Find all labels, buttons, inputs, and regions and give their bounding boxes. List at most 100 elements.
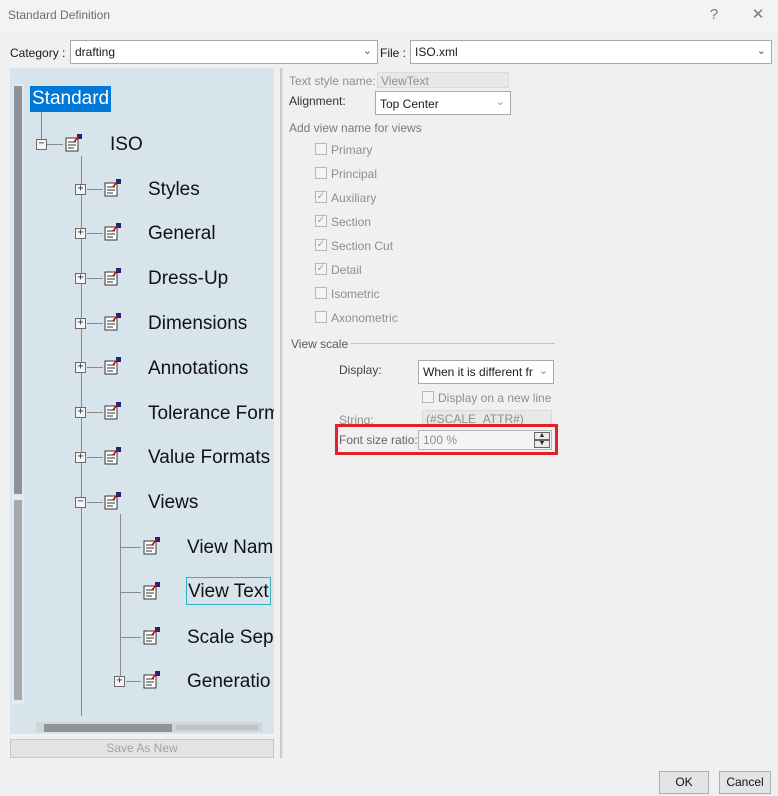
standard-file-icon bbox=[104, 223, 121, 241]
expand-icon[interactable]: + bbox=[75, 228, 86, 239]
expand-icon[interactable]: + bbox=[75, 407, 86, 418]
tree-vertical-scroll-thumb[interactable] bbox=[14, 86, 22, 494]
tree-line bbox=[121, 592, 141, 593]
file-dropdown[interactable]: ISO.xml ⌄ bbox=[410, 40, 772, 64]
axonometric-label: Axonometric bbox=[331, 311, 398, 325]
alignment-label: Alignment: bbox=[289, 94, 346, 108]
tree-line bbox=[87, 367, 103, 368]
tree-node-scale-separator[interactable]: Scale Sepa bbox=[187, 627, 274, 649]
tree-node-value-formats[interactable]: Value Formats bbox=[148, 447, 270, 469]
expand-icon[interactable]: + bbox=[114, 676, 125, 687]
standard-file-icon bbox=[104, 492, 121, 510]
tree-node-tolerance-form[interactable]: Tolerance Form bbox=[148, 403, 274, 425]
expand-icon[interactable]: + bbox=[75, 318, 86, 329]
standard-file-icon bbox=[143, 582, 160, 600]
save-as-new-button[interactable]: Save As New bbox=[10, 739, 274, 758]
add-view-name-label: Add view name for views bbox=[289, 121, 422, 135]
highlight-box bbox=[335, 424, 558, 455]
tree-line bbox=[87, 323, 103, 324]
display-new-line-checkbox[interactable] bbox=[422, 391, 434, 403]
expand-icon[interactable]: + bbox=[75, 452, 86, 463]
display-value: When it is different fr bbox=[423, 365, 533, 379]
alignment-dropdown[interactable]: Top Center ⌄ bbox=[375, 91, 511, 115]
tree-node-annotations[interactable]: Annotations bbox=[148, 358, 248, 380]
tree-line bbox=[126, 681, 141, 682]
tree-line bbox=[121, 547, 141, 548]
tree-line bbox=[87, 502, 103, 503]
close-icon[interactable]: ✕ bbox=[742, 4, 774, 26]
chevron-down-icon: ⌄ bbox=[756, 45, 766, 57]
text-style-name-label: Text style name: bbox=[289, 74, 376, 88]
tree-line bbox=[81, 156, 82, 716]
standard-file-icon bbox=[143, 627, 160, 645]
axonometric-checkbox[interactable] bbox=[315, 311, 327, 323]
isometric-checkbox[interactable] bbox=[315, 287, 327, 299]
alignment-value: Top Center bbox=[380, 97, 439, 111]
file-label: File : bbox=[380, 46, 407, 60]
tree-line bbox=[87, 457, 103, 458]
collapse-icon[interactable]: − bbox=[36, 139, 47, 150]
tree-node-generation[interactable]: Generatio bbox=[187, 671, 274, 693]
window-title: Standard Definition bbox=[8, 8, 111, 22]
expand-icon[interactable]: + bbox=[75, 273, 86, 284]
principal-label: Principal bbox=[331, 167, 378, 181]
standard-file-icon bbox=[104, 357, 121, 375]
display-dropdown[interactable]: When it is different fr ⌄ bbox=[418, 360, 554, 384]
cancel-button[interactable]: Cancel bbox=[719, 771, 771, 794]
tree-node-styles[interactable]: Styles bbox=[148, 179, 200, 201]
tree-line bbox=[87, 233, 103, 234]
tree-line bbox=[87, 412, 103, 413]
tree-line bbox=[87, 278, 103, 279]
detail-checkbox[interactable]: ✓ bbox=[315, 263, 327, 275]
tree-node-views[interactable]: Views bbox=[148, 492, 198, 514]
category-dropdown[interactable]: drafting ⌄ bbox=[70, 40, 378, 64]
chevron-down-icon: ⌄ bbox=[362, 45, 372, 57]
detail-label: Detail bbox=[331, 263, 362, 277]
standard-file-icon bbox=[143, 671, 160, 689]
standard-file-icon bbox=[143, 537, 160, 555]
section-cut-checkbox[interactable]: ✓ bbox=[315, 239, 327, 251]
tree-node-view-name[interactable]: View Nam bbox=[187, 537, 274, 559]
chevron-down-icon: ⌄ bbox=[538, 365, 548, 377]
tree-node-dimensions[interactable]: Dimensions bbox=[148, 313, 247, 335]
file-value: ISO.xml bbox=[415, 45, 458, 59]
category-label: Category : bbox=[10, 46, 66, 60]
tree-node-iso[interactable]: ISO bbox=[110, 134, 143, 156]
tree-node-dress-up[interactable]: Dress-Up bbox=[148, 268, 228, 290]
standard-file-icon bbox=[104, 179, 121, 197]
standard-file-icon bbox=[104, 268, 121, 286]
standard-file-icon bbox=[104, 313, 121, 331]
tree-line bbox=[47, 144, 63, 145]
view-scale-separator bbox=[351, 343, 555, 344]
display-label: Display: bbox=[339, 363, 382, 377]
tree-node-standard[interactable]: Standard bbox=[30, 86, 112, 112]
text-style-name-field: ViewText bbox=[377, 72, 509, 88]
tree-vertical-scroll-lower bbox=[14, 500, 22, 700]
tree-node-view-text[interactable]: View Text bbox=[186, 577, 271, 605]
tree-line bbox=[121, 637, 141, 638]
principal-checkbox[interactable] bbox=[315, 167, 327, 179]
primary-checkbox[interactable] bbox=[315, 143, 327, 155]
auxiliary-checkbox[interactable]: ✓ bbox=[315, 191, 327, 203]
tree-node-general[interactable]: General bbox=[148, 223, 216, 245]
section-checkbox[interactable]: ✓ bbox=[315, 215, 327, 227]
display-new-line-label: Display on a new line bbox=[438, 391, 552, 405]
help-button[interactable]: ? bbox=[698, 4, 730, 26]
standard-file-icon bbox=[104, 402, 121, 420]
standard-file-icon bbox=[65, 134, 82, 152]
auxiliary-label: Auxiliary bbox=[331, 191, 377, 205]
standard-file-icon bbox=[104, 447, 121, 465]
expand-icon[interactable]: + bbox=[75, 362, 86, 373]
panel-splitter[interactable] bbox=[280, 68, 283, 758]
section-cut-label: Section Cut bbox=[331, 239, 394, 253]
category-value: drafting bbox=[75, 45, 116, 59]
chevron-down-icon: ⌄ bbox=[495, 96, 505, 108]
collapse-icon[interactable]: − bbox=[75, 497, 86, 508]
ok-button[interactable]: OK bbox=[659, 771, 709, 794]
tree-horizontal-scroll-segment bbox=[176, 725, 258, 730]
primary-label: Primary bbox=[331, 143, 373, 157]
title-bar bbox=[0, 0, 778, 32]
tree-horizontal-scroll-thumb[interactable] bbox=[44, 724, 172, 732]
expand-icon[interactable]: + bbox=[75, 184, 86, 195]
isometric-label: Isometric bbox=[331, 287, 380, 301]
